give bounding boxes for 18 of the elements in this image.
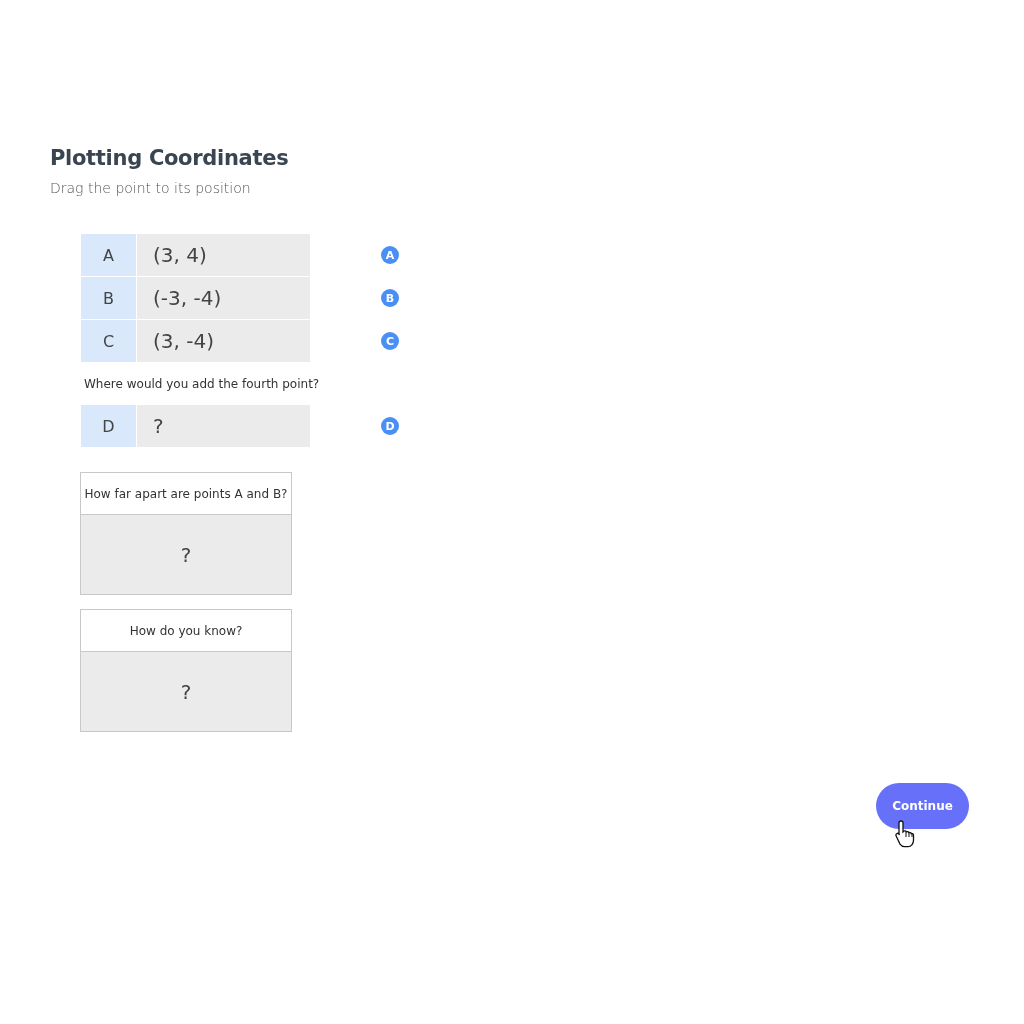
draggable-point[interactable]: D	[381, 417, 399, 435]
answer-box[interactable]: ?	[81, 515, 291, 594]
point-label: D	[81, 405, 136, 447]
coordinate-value: (3, -4)	[137, 320, 310, 362]
draggable-point[interactable]: B	[381, 289, 399, 307]
answer-box[interactable]: ?	[81, 652, 291, 731]
point-label: C	[81, 320, 136, 362]
continue-button[interactable]: Continue	[876, 783, 969, 829]
coordinate-value: (-3, -4)	[137, 277, 310, 319]
point-label: A	[81, 234, 136, 276]
draggable-point[interactable]: A	[381, 246, 399, 264]
point-label: B	[81, 277, 136, 319]
coordinate-value: (3, 4)	[137, 234, 310, 276]
page-title: Plotting Coordinates	[50, 146, 290, 170]
coordinate-value: ?	[137, 405, 310, 447]
draggable-point[interactable]: C	[381, 332, 399, 350]
question-text: Where would you add the fourth point?	[84, 377, 321, 391]
instructions: Drag the point to its position	[50, 180, 252, 196]
